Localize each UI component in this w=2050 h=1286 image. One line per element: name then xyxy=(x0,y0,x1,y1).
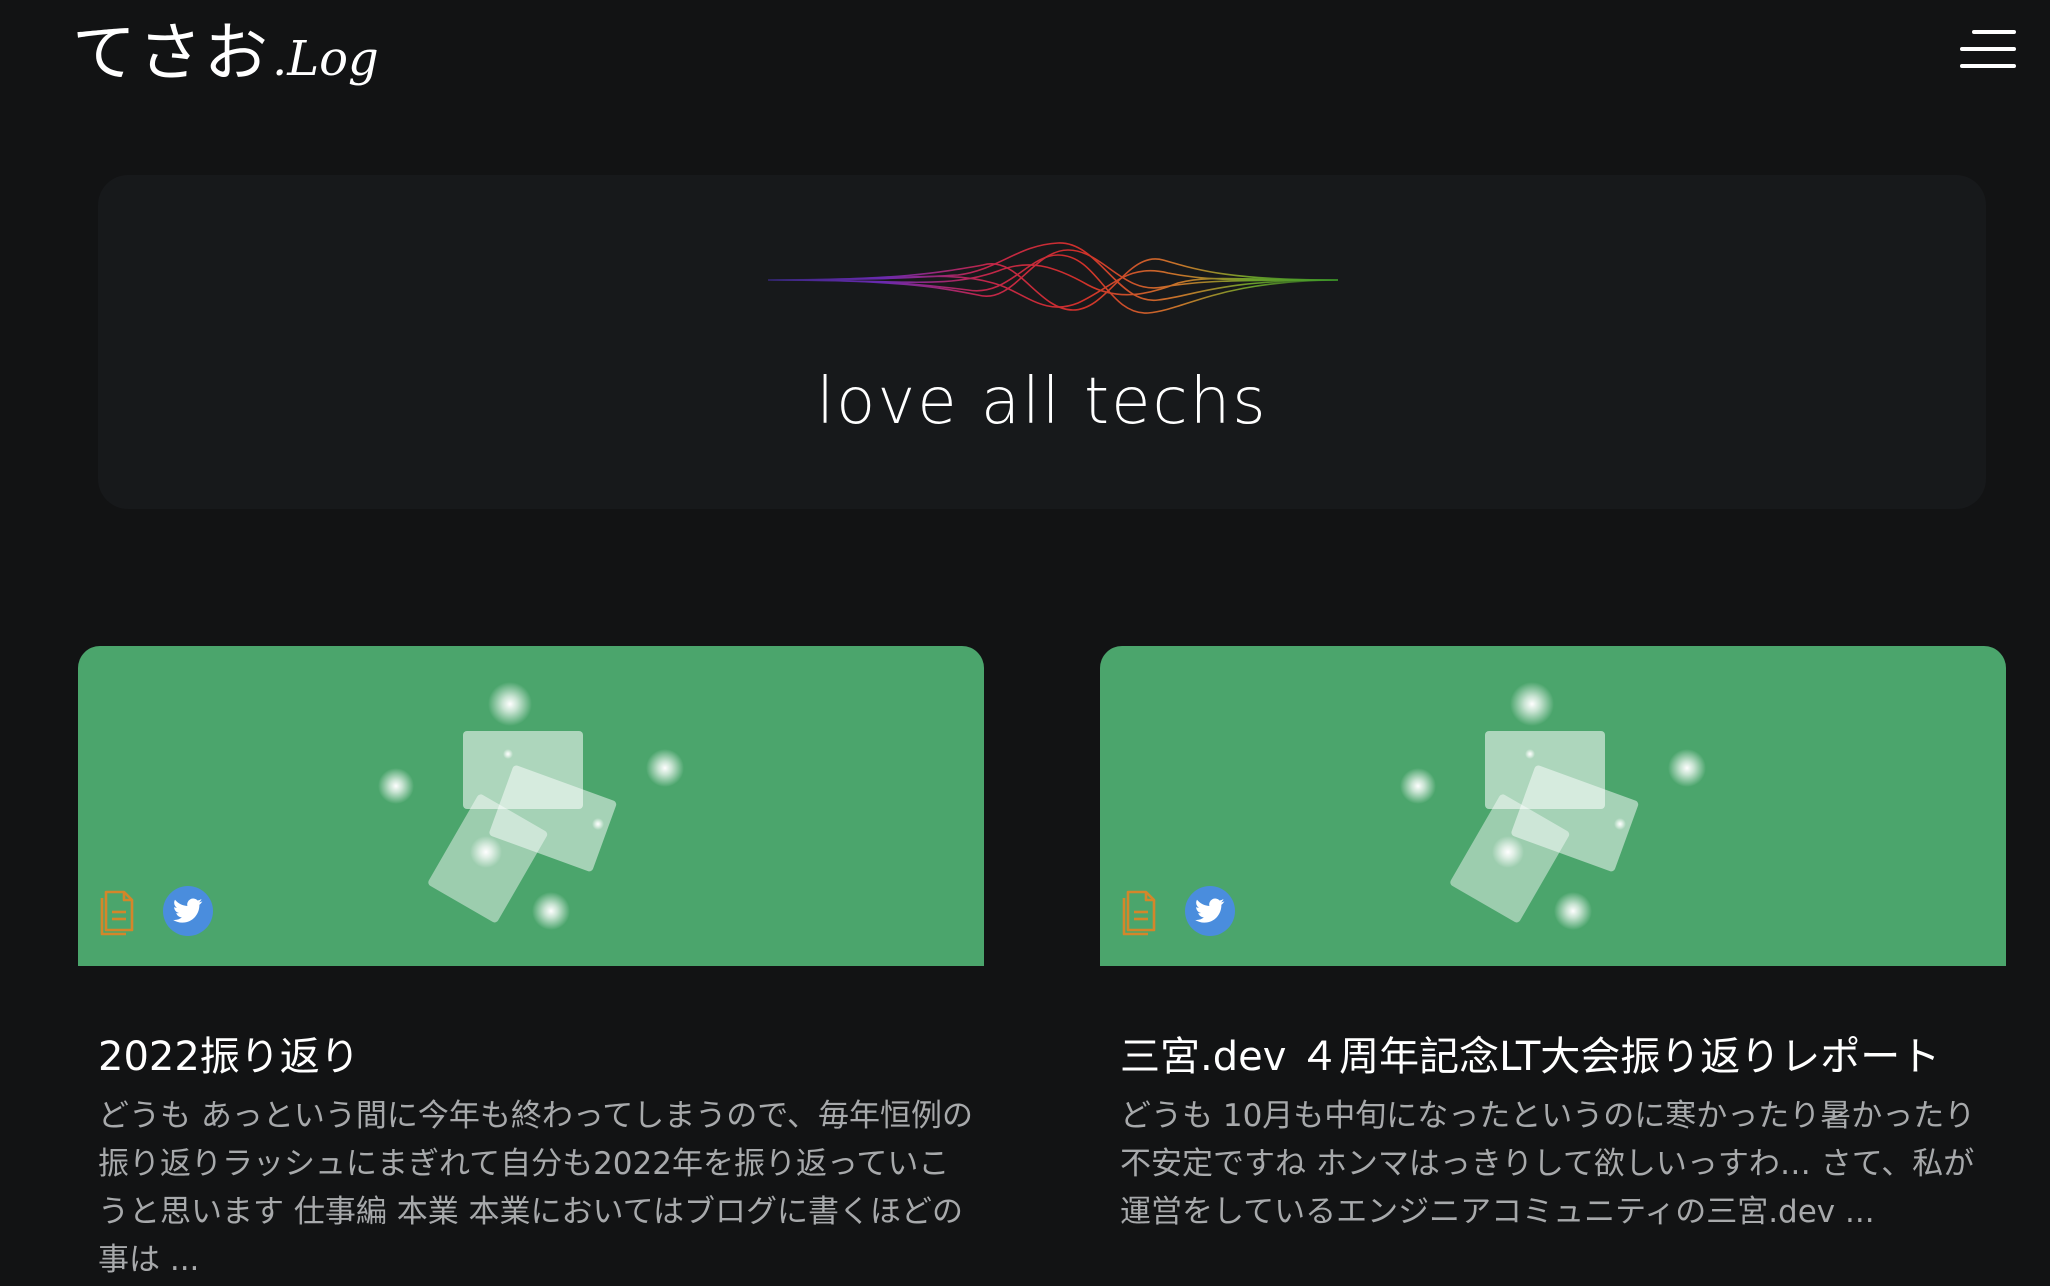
logo-suffix: .Log xyxy=(272,31,379,87)
hamburger-menu-icon[interactable] xyxy=(1960,30,2016,70)
twitter-bird-icon xyxy=(173,898,203,923)
post-excerpt: どうも 10月も中旬になったというのに寒かったり暑かったり不安定ですね ホンマは… xyxy=(1120,1098,1976,1230)
thumbnail-illustration xyxy=(1400,682,1706,930)
post-title[interactable]: 三宮.dev ４周年記念LT大会振り返りレポート xyxy=(1120,1024,2000,1082)
post-thumbnail[interactable] xyxy=(1100,646,2006,966)
menu-line xyxy=(1972,30,2016,34)
post-thumbnail[interactable] xyxy=(78,646,984,966)
twitter-icon[interactable] xyxy=(1185,886,1235,936)
post-card[interactable]: 三宮.dev ４周年記念LT大会振り返りレポート どうも 10月も中旬になったと… xyxy=(1100,646,2006,1286)
menu-line xyxy=(1960,64,2016,68)
menu-line xyxy=(1960,47,2016,51)
post-card[interactable]: 2022振り返り どうも あっという間に今年も終わってしまうので、毎年恒例の振り… xyxy=(78,646,984,1286)
document-icon xyxy=(1122,890,1156,936)
hero-panel: love all techs xyxy=(98,175,1986,509)
document-icon xyxy=(100,890,134,936)
thumbnail-illustration xyxy=(378,682,684,930)
site-logo[interactable]: てさお .Log xyxy=(72,2,379,94)
logo-text: てさお xyxy=(72,17,270,91)
post-title[interactable]: 2022振り返り xyxy=(98,1024,978,1082)
site-header: てさお .Log xyxy=(0,0,2050,110)
sound-wave-graphic xyxy=(768,242,1338,314)
twitter-bird-icon xyxy=(1195,898,1225,923)
twitter-icon[interactable] xyxy=(163,886,213,936)
post-excerpt: どうも あっという間に今年も終わってしまうので、毎年恒例の振り返りラッシュにまぎ… xyxy=(98,1098,974,1278)
hero-tagline: love all techs xyxy=(816,365,1268,439)
